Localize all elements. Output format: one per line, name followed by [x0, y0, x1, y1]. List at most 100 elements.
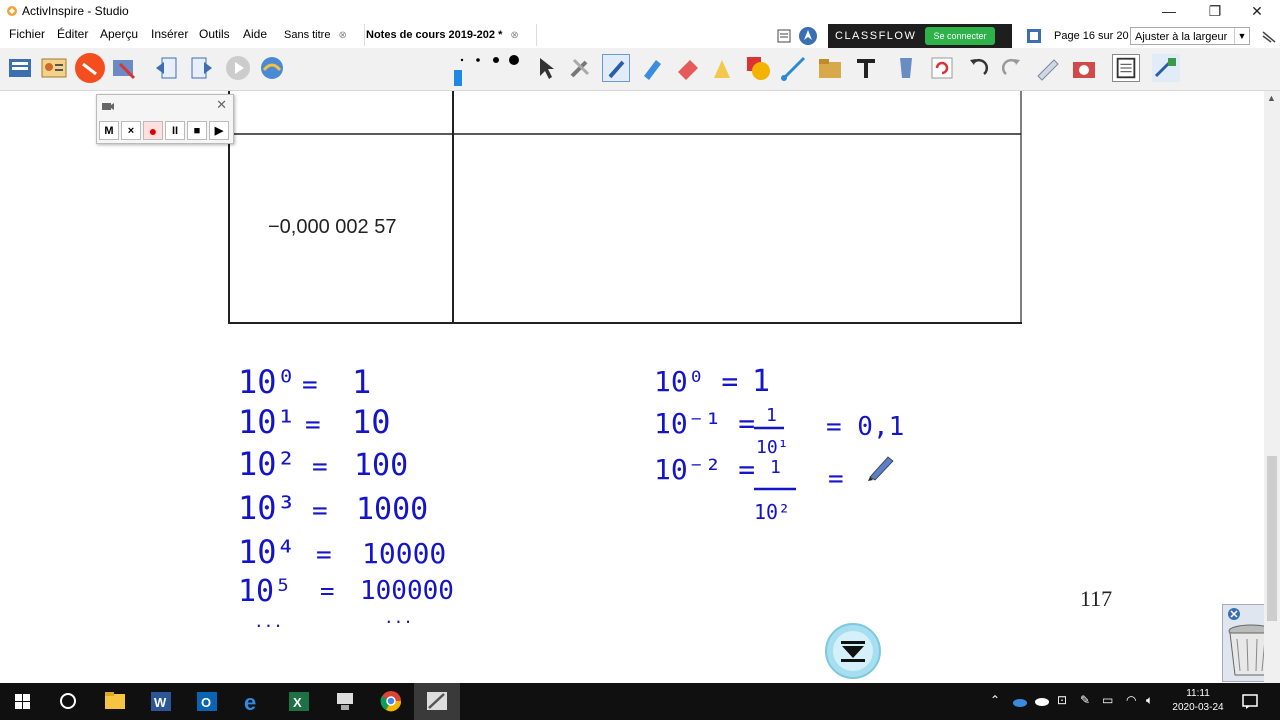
toolbox-icon[interactable]: [1152, 54, 1180, 82]
windows-start-icon[interactable]: [0, 683, 46, 720]
handwriting-left-val: 10: [352, 403, 391, 441]
select-cursor-icon[interactable]: [532, 54, 560, 82]
handwriting-equals: =: [302, 370, 318, 400]
main-toolbar: [0, 48, 1280, 136]
collapse-toolbar-icon[interactable]: [1260, 28, 1278, 44]
close-icon[interactable]: ✕: [216, 97, 227, 113]
ruler-icon[interactable]: [1034, 54, 1062, 82]
close-button[interactable]: ✕: [1234, 0, 1280, 22]
volume-icon[interactable]: 🔈︎: [1146, 693, 1153, 708]
menu-fichier[interactable]: Fichier: [9, 27, 45, 41]
camera-icon[interactable]: [1070, 54, 1098, 82]
recorder-record-button[interactable]: ●: [143, 121, 163, 140]
shape-icon[interactable]: [744, 54, 772, 82]
zoom-value: Ajuster à la largeur: [1135, 31, 1228, 43]
cloud-upload-icon[interactable]: [1034, 694, 1050, 708]
trash-can-icon[interactable]: [1227, 621, 1264, 679]
handwriting-left-val: 1000: [356, 492, 428, 527]
classflow-connect-button[interactable]: Se connecter: [925, 27, 995, 45]
eraser-icon[interactable]: [674, 54, 702, 82]
menu-aide[interactable]: Aide: [243, 27, 267, 41]
navigation-icon[interactable]: [798, 26, 818, 46]
excel-icon[interactable]: X: [276, 683, 322, 720]
title-bar: ActivInspire - Studio — ❐ ✕: [0, 0, 1280, 22]
battery-icon[interactable]: ▭: [1102, 693, 1113, 707]
handwriting-left-exp: 10⁵: [238, 574, 292, 609]
handwriting-left-val: 100000: [360, 576, 454, 606]
undo-icon[interactable]: [964, 54, 992, 82]
main-menu-icon[interactable]: [6, 54, 34, 82]
flipchart-canvas[interactable]: −0,000 002 57 10⁰ = 1 10¹ = 10 10² = 100…: [0, 91, 1264, 683]
chevron-down-icon: ▼: [1234, 28, 1249, 44]
tab-close-icon[interactable]: ⊗: [510, 25, 518, 47]
recorder-mute-button[interactable]: M: [99, 121, 119, 140]
network-app-icon[interactable]: [322, 683, 368, 720]
outlook-icon[interactable]: O: [184, 683, 230, 720]
word-icon[interactable]: W: [138, 683, 184, 720]
highlighter-icon[interactable]: [638, 54, 666, 82]
pen-width-selector[interactable]: [452, 54, 524, 88]
tools-icon[interactable]: [566, 54, 594, 82]
reset-page-icon[interactable]: [928, 54, 956, 82]
magic-ink-icon[interactable]: [708, 54, 736, 82]
handwriting-equals: =: [305, 410, 321, 440]
notebook-icon[interactable]: [776, 28, 792, 44]
desktop-tools-icon[interactable]: [258, 54, 286, 82]
handwriting-left-exp: 10³: [238, 489, 296, 527]
chevron-up-icon[interactable]: ▲: [1267, 93, 1276, 103]
wifi-icon[interactable]: ◠: [1126, 693, 1136, 707]
onedrive-icon[interactable]: [1012, 695, 1028, 707]
scrollbar-thumb[interactable]: [1267, 456, 1277, 621]
fill-tool-icon[interactable]: [892, 54, 920, 82]
page-browser-icon[interactable]: [1026, 28, 1042, 44]
tab-notes-de-cours[interactable]: Notes de cours 2019-202 * ⊗: [358, 24, 537, 46]
handwriting-left-val: 10000: [362, 537, 446, 570]
previous-page-icon[interactable]: [152, 54, 180, 82]
handwriting-fraction-denominator: 10²: [754, 500, 790, 524]
search-icon[interactable]: [46, 683, 92, 720]
scroll-down-button[interactable]: [824, 622, 882, 680]
redo-icon[interactable]: [998, 54, 1026, 82]
profile-icon[interactable]: [40, 54, 68, 82]
resource-library-icon[interactable]: [816, 54, 844, 82]
menu-inserer[interactable]: Insérer: [151, 27, 188, 41]
recorder-stop-button[interactable]: ■: [187, 121, 207, 140]
settings-icon[interactable]: [110, 54, 138, 82]
notification-center-icon[interactable]: [1242, 693, 1258, 709]
page-notes-icon[interactable]: [1112, 54, 1140, 82]
pen-icon[interactable]: [602, 54, 630, 82]
pen-tray-icon[interactable]: ✎: [1080, 693, 1090, 707]
tab-label: Sans titre: [284, 29, 331, 41]
svg-text:X: X: [293, 695, 302, 710]
chevron-up-icon[interactable]: ⌃: [990, 693, 1000, 707]
handwriting-left-val: ...: [384, 608, 413, 627]
tab-close-icon[interactable]: ⊗: [338, 25, 346, 47]
menu-outils[interactable]: Outils: [199, 27, 230, 41]
activinspire-taskbar-icon[interactable]: [414, 683, 460, 720]
connector-icon[interactable]: [780, 54, 808, 82]
handwriting-left-val: 1: [352, 363, 371, 401]
window-title: ActivInspire - Studio: [22, 4, 129, 18]
tab-sans-titre[interactable]: Sans titre ⊗: [276, 24, 365, 46]
zoom-select[interactable]: Ajuster à la largeur ▼: [1130, 27, 1250, 45]
pen-tool-active-icon[interactable]: [74, 52, 106, 84]
recorder-cancel-button[interactable]: ×: [121, 121, 141, 140]
menu-editer[interactable]: Éditer: [57, 27, 88, 41]
next-page-icon[interactable]: [188, 54, 216, 82]
minimize-button[interactable]: —: [1146, 0, 1192, 22]
usb-icon[interactable]: ⊡: [1057, 693, 1067, 707]
pen-cursor-icon: [868, 456, 894, 481]
play-icon[interactable]: [224, 54, 252, 82]
close-icon[interactable]: [1227, 607, 1241, 621]
handwriting-right-lhs: 10⁻² =: [654, 453, 755, 486]
text-tool-icon[interactable]: [852, 54, 880, 82]
recorder-pause-button[interactable]: II: [165, 121, 185, 140]
classflow-bar: CLASSFLOW Se connecter: [828, 24, 1012, 48]
menu-apercu[interactable]: Aperçu: [100, 27, 138, 41]
restore-button[interactable]: ❐: [1192, 0, 1238, 22]
system-clock[interactable]: 11:11 2020-03-24: [1170, 687, 1226, 715]
file-explorer-icon[interactable]: [92, 683, 138, 720]
edge-icon[interactable]: e: [230, 683, 276, 720]
recorder-play-button[interactable]: ▶: [209, 121, 229, 140]
chrome-icon[interactable]: [368, 683, 414, 720]
